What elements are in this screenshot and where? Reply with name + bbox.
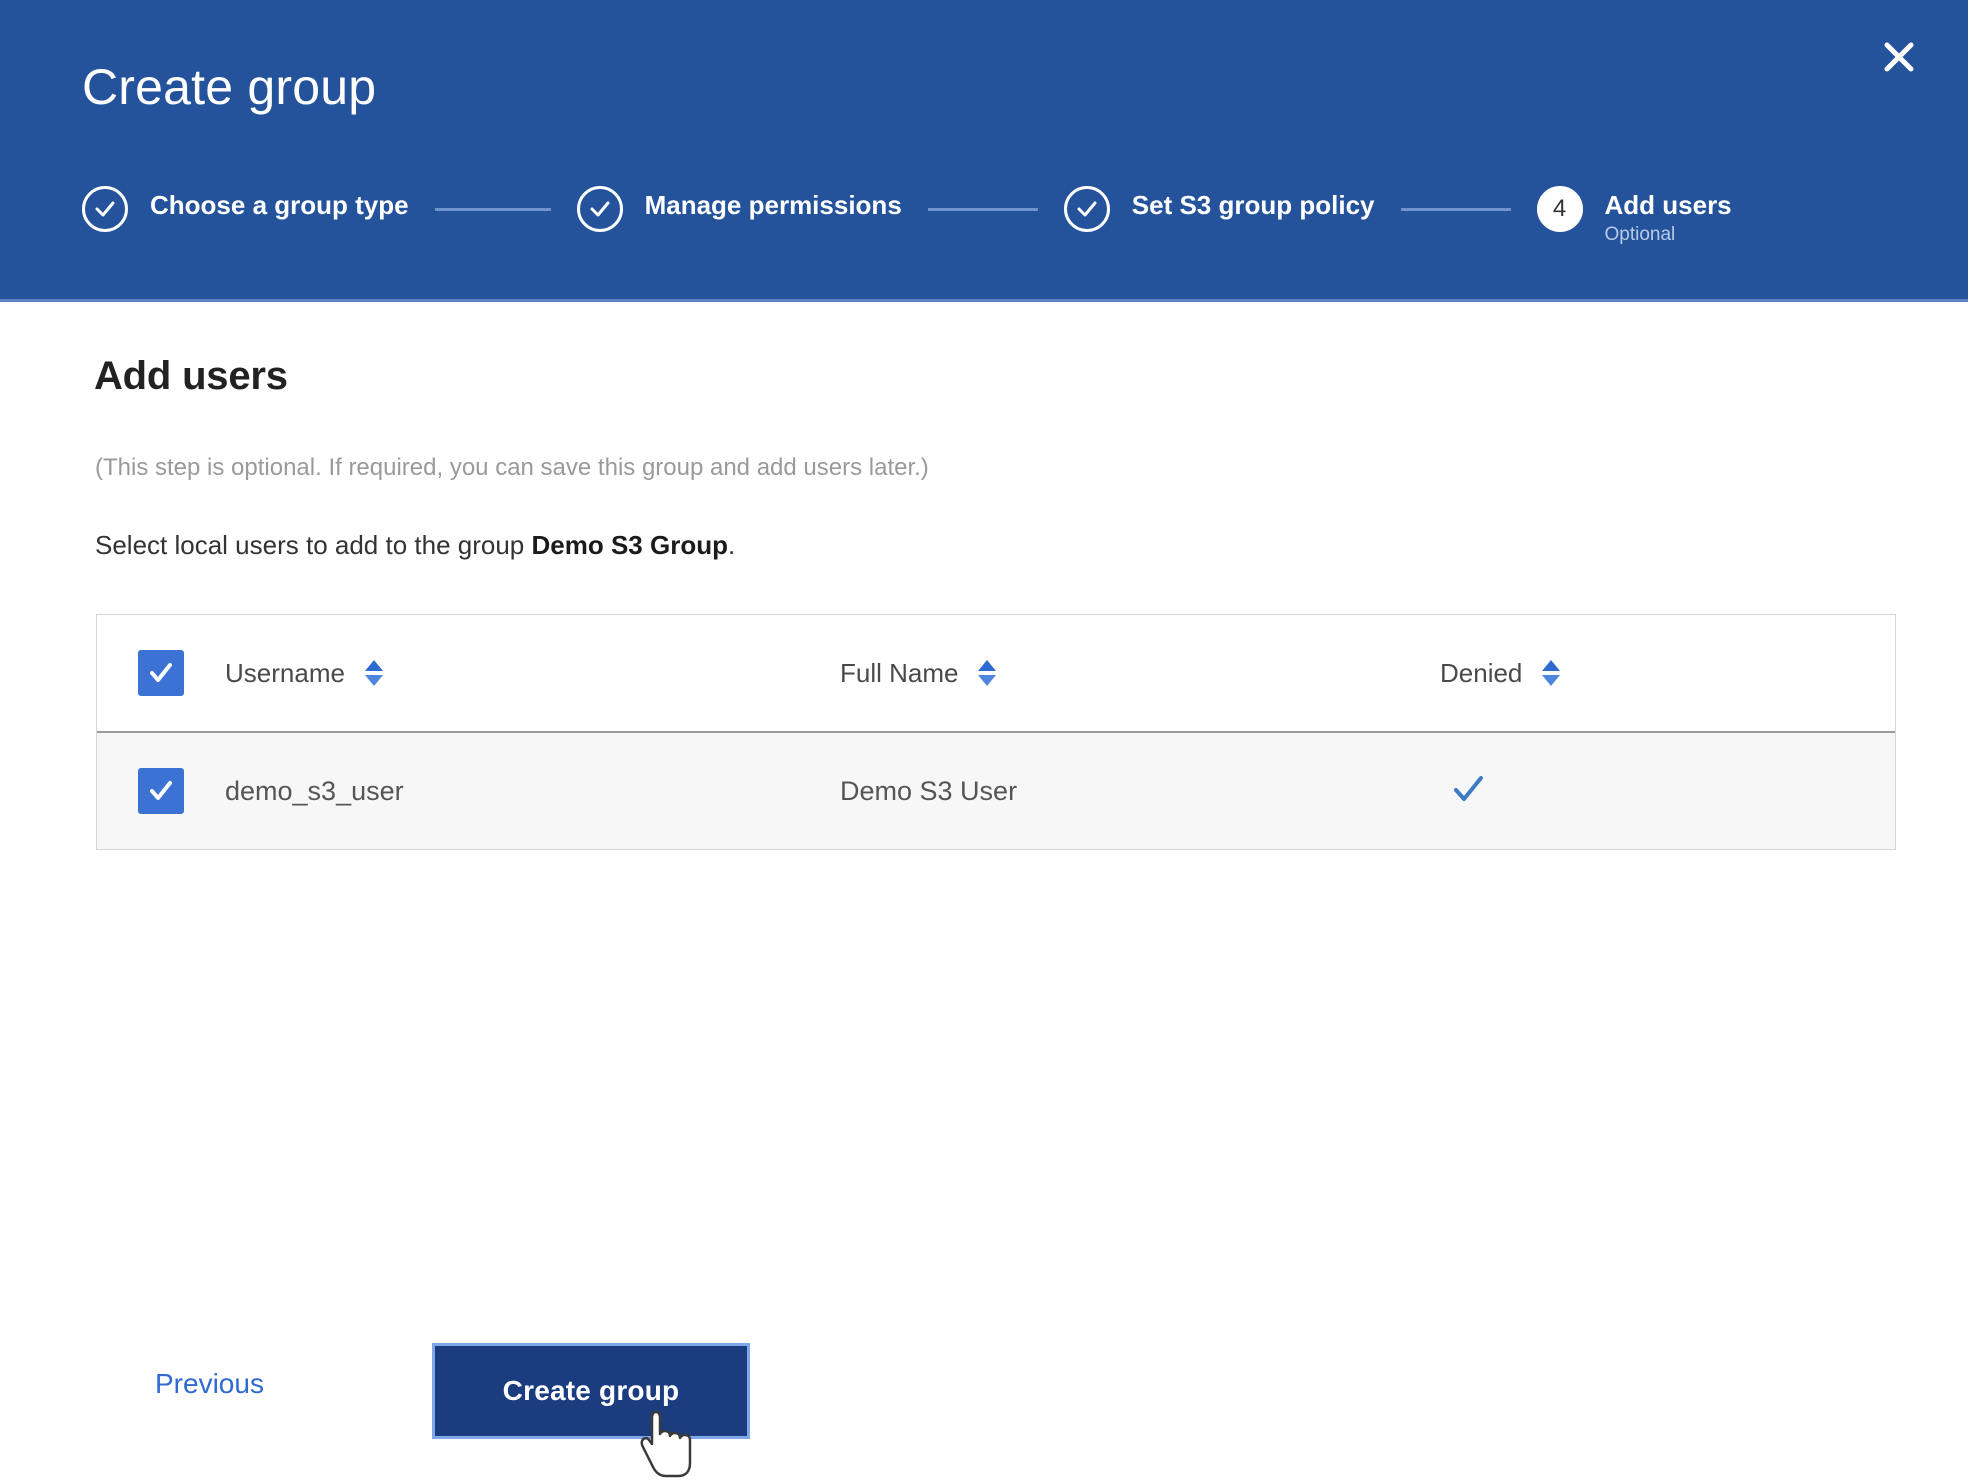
step-number-badge: 4 <box>1536 186 1583 232</box>
stepper-connector <box>927 208 1038 211</box>
denied-check-icon <box>1448 769 1488 814</box>
step-label: Set S3 group policy <box>1131 190 1375 220</box>
stepper-connector <box>434 208 551 211</box>
close-icon <box>1879 37 1919 77</box>
table-header-row: Username Full Name Denied <box>97 615 1895 733</box>
stepper-step-choose-a-group-type[interactable]: Choose a group type <box>82 186 409 232</box>
create-group-dialog: Create group Choose a group type Manage … <box>0 0 1968 1482</box>
section-heading: Add users <box>94 354 288 398</box>
cell-denied <box>1440 769 1895 814</box>
step-label: Choose a group type <box>150 190 409 220</box>
chevron-up-icon <box>978 660 997 671</box>
select-users-instruction: Select local users to add to the group D… <box>95 530 735 561</box>
step-label: Manage permissions <box>644 190 902 220</box>
chevron-up-icon <box>364 660 383 671</box>
step-complete-icon <box>82 186 128 232</box>
page-title: Create group <box>82 59 377 115</box>
column-header-label: Denied <box>1440 657 1523 688</box>
select-all-checkbox[interactable] <box>138 650 184 696</box>
check-icon <box>150 781 172 800</box>
select-all-cell <box>97 650 225 696</box>
wizard-stepper: Choose a group type Manage permissions S… <box>82 186 1888 276</box>
cell-full-name: Demo S3 User <box>840 776 1440 807</box>
dialog-body: Add users (This step is optional. If req… <box>0 302 1968 1482</box>
close-button[interactable] <box>1870 28 1928 86</box>
stepper-connector <box>1400 208 1511 211</box>
column-header-username[interactable]: Username <box>225 658 840 689</box>
step-label: Add users <box>1604 190 1732 220</box>
check-icon <box>150 663 172 682</box>
create-group-button-label: Create group <box>502 1375 680 1406</box>
username-value: demo_s3_user <box>225 775 404 806</box>
column-header-full-name[interactable]: Full Name <box>840 658 1440 689</box>
stepper-step-add-users[interactable]: 4 Add users Optional <box>1536 186 1732 246</box>
column-header-label: Username <box>225 657 345 688</box>
column-header-label: Full Name <box>840 657 959 688</box>
step-text: Manage permissions <box>645 186 902 221</box>
select-users-prefix: Select local users to add to the group <box>95 530 532 560</box>
previous-button[interactable]: Previous <box>155 1368 264 1400</box>
sort-toggle-icon[interactable] <box>1542 660 1561 686</box>
chevron-up-icon <box>1542 660 1561 671</box>
step-complete-icon <box>1063 186 1110 232</box>
step-number: 4 <box>1552 195 1567 222</box>
step-complete-icon <box>576 186 623 232</box>
group-name: Demo S3 Group <box>531 530 728 560</box>
create-group-button[interactable]: Create group <box>432 1343 750 1439</box>
select-users-suffix: . <box>727 530 736 560</box>
sort-toggle-icon[interactable] <box>364 660 383 686</box>
stepper-step-manage-permissions[interactable]: Manage permissions <box>576 186 902 232</box>
column-header-denied[interactable]: Denied <box>1440 658 1895 689</box>
chevron-down-icon <box>978 675 997 686</box>
table-row[interactable]: demo_s3_user Demo S3 User <box>97 733 1895 849</box>
full-name-value: Demo S3 User <box>840 775 1018 806</box>
optional-step-note: (This step is optional. If required, you… <box>95 454 929 481</box>
step-text: Choose a group type <box>150 186 409 221</box>
chevron-down-icon <box>364 675 383 686</box>
users-table: Username Full Name Denied demo_s3_user D… <box>96 614 1896 850</box>
chevron-down-icon <box>1542 675 1561 686</box>
row-select-cell <box>97 768 225 814</box>
step-text: Add users Optional <box>1605 186 1732 246</box>
stepper-step-set-s3-group-policy[interactable]: Set S3 group policy <box>1063 186 1375 232</box>
step-text: Set S3 group policy <box>1132 186 1375 221</box>
dialog-header: Create group Choose a group type Manage … <box>0 0 1968 302</box>
step-sublabel: Optional <box>1604 223 1676 245</box>
cell-username: demo_s3_user <box>225 776 840 807</box>
sort-toggle-icon[interactable] <box>978 660 997 686</box>
row-select-checkbox[interactable] <box>138 768 184 814</box>
